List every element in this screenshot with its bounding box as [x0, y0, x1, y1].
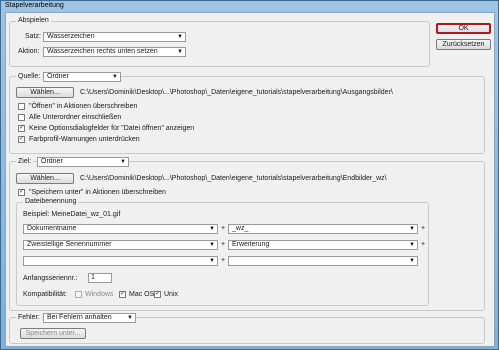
start-number-input[interactable]: 1: [88, 273, 112, 283]
naming-row-2-left-select[interactable]: ▼: [23, 256, 218, 266]
start-number-label: Anfangsseriennr.:: [23, 275, 78, 282]
quelle-choose-button[interactable]: Wählen...: [16, 87, 74, 98]
quelle-path: C:\Users\Dominik\Desktop\...\Photoshop\_…: [80, 89, 393, 96]
abspielen-legend: Abspielen: [16, 17, 51, 24]
naming-example: Beispiel: MeineDatei_wz_01.gif: [23, 211, 121, 218]
quelle-group: Quelle: Ordner ▼ Wählen... C:\Users\Domi…: [9, 72, 485, 154]
aktion-value: Wasserzeichen rechts unten setzen: [47, 48, 158, 55]
check-icon: ✓: [19, 136, 25, 142]
quelle-option-0-label: "Öffnen" in Aktionen überschreiben: [29, 103, 138, 110]
plus-icon: +: [221, 257, 226, 264]
quelle-option-2-label: Keine Optionsdialogfelder für "Datei öff…: [29, 125, 195, 132]
ziel-path: C:\Users\Dominik\Desktop\...\Photoshop\_…: [80, 175, 387, 182]
plus-icon: +: [421, 241, 426, 248]
ziel-choose-button[interactable]: Wählen...: [16, 173, 74, 184]
dialog-window: Stapelverarbeitung OK Zurücksetzen Abspi…: [0, 0, 499, 350]
chevron-down-icon: ▼: [209, 258, 215, 264]
quelle-option-0-checkbox[interactable]: [18, 103, 25, 110]
compat-macos-checkbox[interactable]: ✓: [119, 291, 126, 298]
compat-windows-label: Windows: [85, 291, 114, 298]
window-title: Stapelverarbeitung: [5, 2, 64, 9]
check-icon: ✓: [19, 125, 25, 131]
dateibenennung-group: Dateibenennung Beispiel: MeineDatei_wz_0…: [16, 198, 429, 306]
dialog-client: OK Zurücksetzen Abspielen Satz: Wasserze…: [5, 12, 495, 347]
compat-macos-label: Mac OS: [129, 291, 155, 298]
ziel-label: Ziel:: [16, 158, 34, 165]
ok-button[interactable]: OK: [436, 23, 491, 34]
quelle-value: Ordner: [47, 73, 69, 80]
plus-icon: +: [421, 225, 426, 232]
chevron-down-icon: ▼: [127, 315, 133, 321]
plus-icon: +: [221, 241, 226, 248]
chevron-down-icon: ▼: [209, 226, 215, 232]
naming-row-0-right-select[interactable]: _wz_ ▼: [228, 224, 418, 234]
quelle-option-3-checkbox[interactable]: ✓: [18, 136, 25, 143]
fehler-group: Fehler: Bei Fehlern anhalten ▼ Speichern…: [9, 313, 485, 344]
quelle-option-1-checkbox[interactable]: [18, 114, 25, 121]
compat-unix-checkbox[interactable]: ✓: [154, 291, 161, 298]
fehler-select[interactable]: Bei Fehlern anhalten ▼: [43, 313, 136, 323]
reset-button[interactable]: Zurücksetzen: [436, 39, 491, 50]
chevron-down-icon: ▼: [177, 34, 183, 40]
naming-row-0-left-value: Dokumentname: [27, 225, 77, 232]
naming-row-2-right-select[interactable]: ▼: [228, 256, 418, 266]
satz-value: Wasserzeichen: [47, 33, 95, 40]
naming-row-1-right-value: Erweiterung: [232, 241, 270, 248]
compat-label: Kompatibilität:: [23, 291, 67, 298]
save-as-button[interactable]: Speichern unter...: [20, 328, 86, 339]
compat-unix-label: Unix: [164, 291, 179, 298]
quelle-option-2-checkbox[interactable]: ✓: [18, 125, 25, 132]
ziel-select[interactable]: Ordner ▼: [37, 157, 129, 167]
quelle-label: Quelle:: [16, 73, 43, 80]
quelle-option-3-label: Farbprofil-Warnungen unterdrücken: [29, 136, 140, 143]
dateibenennung-legend: Dateibenennung: [23, 198, 79, 205]
naming-row-1-left-select[interactable]: Zweistellige Seriennummer ▼: [23, 240, 218, 250]
chevron-down-icon: ▼: [409, 258, 415, 264]
aktion-label: Aktion:: [18, 48, 40, 55]
fehler-label: Fehler:: [16, 314, 42, 321]
plus-icon: +: [221, 225, 226, 232]
quelle-option-1-label: Alle Unterordner einschließen: [29, 114, 122, 121]
satz-select[interactable]: Wasserzeichen ▼: [43, 32, 186, 42]
check-icon: ✓: [120, 291, 126, 297]
ziel-override-checkbox[interactable]: ✓: [18, 189, 25, 196]
chevron-down-icon: ▼: [409, 226, 415, 232]
chevron-down-icon: ▼: [120, 159, 126, 165]
fehler-value: Bei Fehlern anhalten: [47, 314, 112, 321]
naming-row-1-right-select[interactable]: Erweiterung ▼: [228, 240, 418, 250]
naming-row-0-right-value: _wz_: [232, 225, 249, 232]
compat-windows-checkbox[interactable]: [75, 291, 82, 298]
aktion-select[interactable]: Wasserzeichen rechts unten setzen ▼: [43, 47, 186, 57]
quelle-select[interactable]: Ordner ▼: [43, 72, 121, 82]
chevron-down-icon: ▼: [209, 242, 215, 248]
abspielen-group: Abspielen Satz: Wasserzeichen ▼ Aktion: …: [9, 17, 430, 67]
check-icon: ✓: [155, 291, 161, 297]
chevron-down-icon: ▼: [409, 242, 415, 248]
satz-label: Satz:: [25, 33, 41, 40]
ziel-override-label: "Speichern unter" in Aktionen überschrei…: [29, 189, 166, 196]
naming-row-0-left-select[interactable]: Dokumentname ▼: [23, 224, 218, 234]
check-icon: ✓: [19, 189, 25, 195]
ziel-group: Ziel: Ordner ▼ Wählen... C:\Users\Domini…: [9, 157, 485, 311]
chevron-down-icon: ▼: [112, 74, 118, 80]
ziel-value: Ordner: [41, 158, 63, 165]
naming-row-1-left-value: Zweistellige Seriennummer: [27, 241, 112, 248]
chevron-down-icon: ▼: [177, 49, 183, 55]
